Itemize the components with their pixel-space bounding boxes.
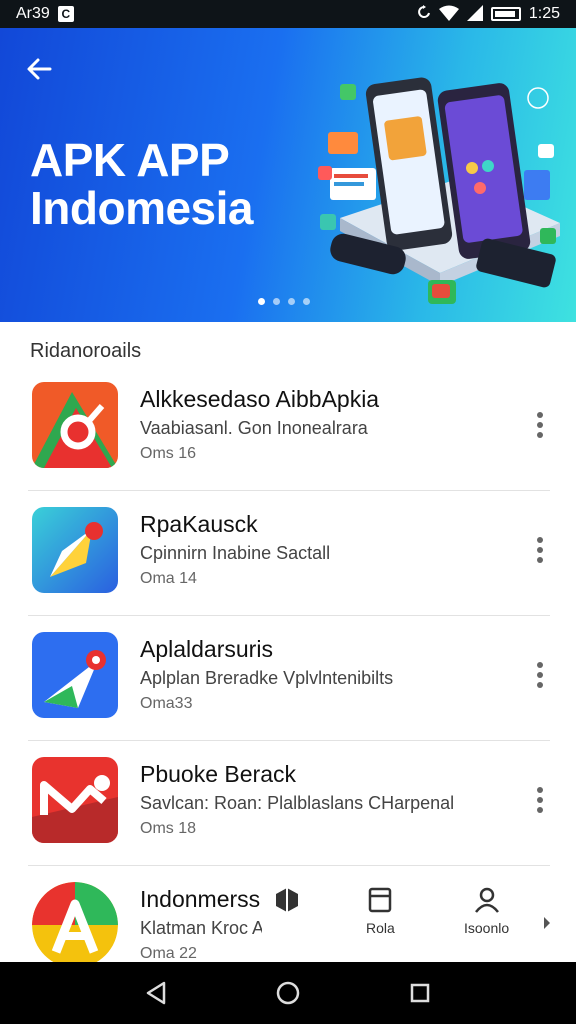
app-meta: Oms 16 — [140, 445, 197, 462]
tab-box[interactable] — [274, 886, 300, 920]
app-list-item[interactable]: RpaKausck Cpinnirn Inabine Sactall Oma 1… — [28, 491, 550, 616]
notification-icon: C — [57, 6, 74, 22]
document-icon — [369, 887, 392, 913]
app-description: Vaabiasanl. Gon Inonealrara — [140, 418, 368, 438]
bottom-tab-bar: Rola Isoonlo — [262, 878, 576, 958]
home-circle-icon[interactable] — [273, 978, 303, 1008]
hero-title-line1: APK APP — [30, 134, 230, 186]
app-name: Pbuoke Berack — [140, 761, 296, 787]
red-m-icon[interactable] — [32, 757, 118, 843]
app-meta: Oma 14 — [140, 570, 197, 587]
red-orange-a-icon[interactable] — [32, 382, 118, 468]
app-description: Savlcan: Roan: Plalblaslans CHarpenal — [140, 793, 455, 813]
status-bar: Ar39 C 1:25 — [0, 0, 576, 28]
blue-arrow-icon[interactable] — [32, 507, 118, 593]
app-name: RpaKausck — [140, 511, 258, 537]
back-triangle-icon[interactable] — [141, 978, 171, 1008]
app-meta: Oma 22 — [140, 945, 197, 962]
more-options-button[interactable] — [530, 660, 550, 690]
person-icon — [474, 887, 499, 913]
chevron-right-icon[interactable] — [542, 916, 552, 935]
tab-isoonlo[interactable]: Isoonlo — [464, 886, 509, 938]
app-meta: Oms 18 — [140, 820, 197, 837]
signal-icon — [466, 5, 483, 23]
status-time-left: Ar39 — [16, 5, 50, 22]
more-options-button[interactable] — [530, 410, 550, 440]
battery-icon — [490, 7, 521, 21]
recents-square-icon[interactable] — [405, 978, 435, 1008]
app-list-item[interactable]: Alkkesedaso AibbApkia Vaabiasanl. Gon In… — [28, 366, 550, 491]
status-left: Ar39 C — [16, 5, 74, 23]
system-navigation-bar — [0, 962, 576, 1024]
app-name: Aplaldarsuris — [140, 636, 273, 662]
app-description: Cpinnirn Inabine Sactall — [140, 543, 331, 563]
tab-rola[interactable]: Rola — [366, 886, 395, 938]
section-title: Ridanoroails — [30, 340, 142, 362]
sync-icon — [417, 5, 431, 23]
tab-label: Rola — [366, 920, 395, 936]
status-time-right: 1:25 — [528, 5, 560, 22]
arrow-left-icon — [27, 58, 52, 80]
more-options-button[interactable] — [530, 785, 550, 815]
phones-illustration — [318, 77, 560, 304]
app-screen: Ar39 C 1:25 APK APP Indomesia Ridanoroai… — [0, 0, 576, 1024]
wifi-icon — [438, 5, 459, 23]
app-description: Aplplan Breradke Vplvlntenibilts — [140, 668, 394, 688]
carousel-dot[interactable] — [258, 298, 265, 305]
app-meta: Oma33 — [140, 695, 193, 712]
back-button[interactable] — [24, 54, 58, 88]
app-list-item[interactable]: Aplaldarsuris Aplplan Breradke Vplvlnten… — [28, 616, 550, 741]
status-right: 1:25 — [417, 5, 560, 23]
more-options-button[interactable] — [530, 535, 550, 565]
yellow-a-icon[interactable] — [32, 882, 118, 968]
carousel-dot[interactable] — [288, 298, 295, 305]
carousel-dot[interactable] — [303, 298, 310, 305]
app-list-item[interactable]: Pbuoke Berack Savlcan: Roan: Plalblaslan… — [28, 741, 550, 866]
hero-title-line2: Indomesia — [30, 182, 254, 234]
hero-banner[interactable]: APK APP Indomesia — [0, 28, 576, 322]
app-name: Alkkesedaso AibbApkia — [140, 386, 380, 412]
app-name: Indonmerss — [140, 886, 261, 912]
carousel-indicator[interactable] — [258, 298, 310, 305]
hero-title: APK APP Indomesia — [30, 134, 254, 234]
blue-pin-icon[interactable] — [32, 632, 118, 718]
carousel-dot[interactable] — [273, 298, 280, 305]
tab-label: Isoonlo — [464, 920, 510, 936]
box-icon — [276, 888, 298, 912]
